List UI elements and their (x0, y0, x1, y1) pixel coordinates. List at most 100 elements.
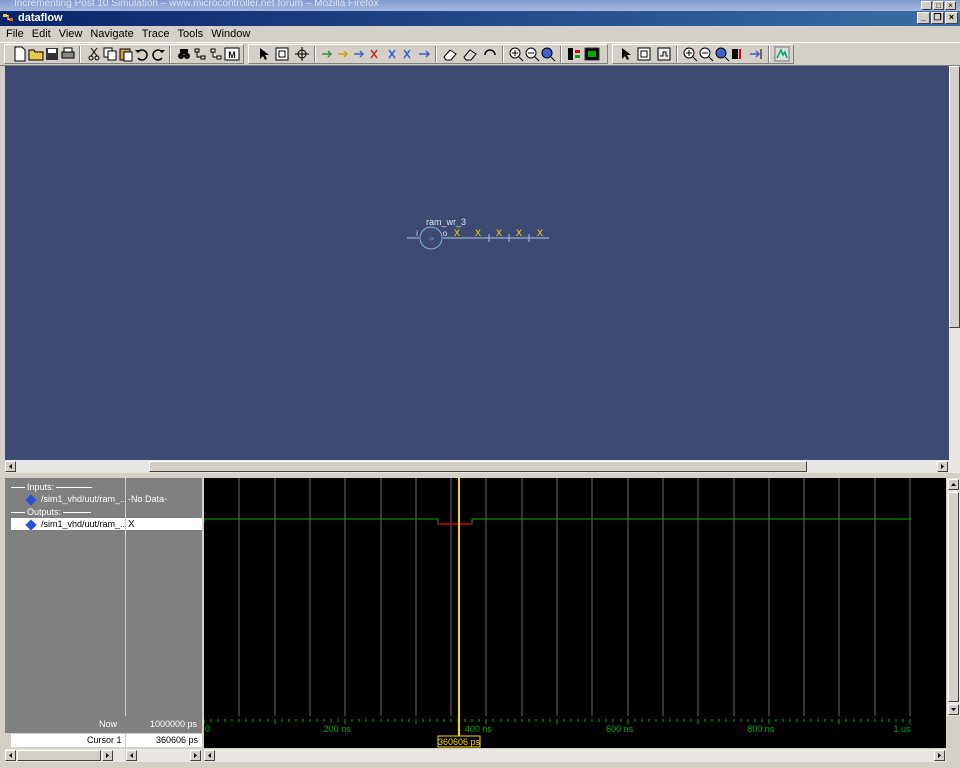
outputs-group[interactable]: Outputs: (9, 507, 93, 517)
signal-row-output[interactable]: /sim1_vhd/uut/ram_... (25, 518, 128, 531)
menu-file[interactable]: File (6, 28, 24, 40)
copy-icon[interactable] (102, 46, 118, 62)
waveform-display (204, 478, 911, 716)
dataflow-vertical-scrollbar[interactable] (949, 66, 960, 460)
trace-input-icon[interactable] (320, 46, 336, 62)
names-scroll-thumb[interactable] (17, 750, 101, 761)
names-scroll-right-button[interactable] (102, 750, 113, 761)
find-icon[interactable] (176, 46, 192, 62)
wave-zoom-out-icon[interactable] (698, 46, 714, 62)
signal-row-input[interactable]: /sim1_vhd/uut/ram_... (25, 493, 128, 506)
ruler-tick-label: 0 (205, 724, 210, 734)
save-icon[interactable] (44, 46, 60, 62)
menu-edit[interactable]: Edit (32, 28, 51, 40)
dataflow-vertical-scroll-thumb[interactable] (949, 66, 960, 328)
waveform-pane[interactable] (204, 478, 946, 716)
trace-next-icon[interactable] (336, 46, 352, 62)
select-pointer-icon[interactable] (256, 46, 272, 62)
scroll-right-button[interactable] (937, 461, 948, 472)
trace-x-forward-icon[interactable] (400, 46, 416, 62)
print-icon[interactable] (60, 46, 76, 62)
show-hierarchy-icon[interactable] (208, 46, 224, 62)
trace-clear-icon[interactable] (416, 46, 432, 62)
trace-event-icon[interactable] (352, 46, 368, 62)
zoom-in-icon[interactable] (508, 46, 524, 62)
undo-icon[interactable] (134, 46, 150, 62)
cursor-label: Cursor 1 (87, 735, 122, 745)
toolbar-separator (435, 46, 437, 63)
svg-text:M: M (228, 50, 236, 60)
erase-all-icon[interactable] (462, 46, 478, 62)
wave-select-pointer-icon[interactable] (618, 46, 634, 62)
erase-icon[interactable] (442, 46, 458, 62)
scroll-left-button[interactable] (5, 461, 16, 472)
outputs-group-label: Outputs: (27, 507, 62, 517)
step-icon[interactable] (566, 46, 582, 62)
browser-close-button[interactable]: × (945, 1, 956, 10)
regenerate-icon[interactable] (482, 46, 498, 62)
menu-view[interactable]: View (59, 28, 83, 40)
toolbar-separator (768, 46, 770, 63)
trace-x-back-icon[interactable] (384, 46, 400, 62)
now-row: Now 1000000 ps (5, 716, 202, 733)
arrow-left-icon (208, 753, 211, 758)
values-scroll-left-button[interactable] (126, 750, 137, 761)
wave-scroll-down-button[interactable] (948, 704, 959, 715)
arrow-up-icon (951, 483, 956, 486)
menu-tools[interactable]: Tools (178, 28, 204, 40)
menu-window[interactable]: Window (211, 28, 250, 40)
zoom-box-icon[interactable] (274, 46, 290, 62)
wave-edit-icon[interactable] (656, 46, 672, 62)
time-ruler[interactable]: 0 200 ns 400 ns 600 ns 800 ns 1 us 360606 ps (204, 716, 946, 748)
cut-icon[interactable] (86, 46, 102, 62)
window-title: dataflow (18, 12, 63, 24)
wave-zoom-full-icon[interactable] (714, 46, 730, 62)
wave-find-edge-icon[interactable] (748, 46, 764, 62)
names-horizontal-scrollbar[interactable] (5, 749, 125, 762)
arrow-down-icon (951, 708, 956, 711)
dataflow-canvas[interactable]: ram_wr_3 i -> o X X X X X (5, 66, 949, 460)
wave-horizontal-scrollbar[interactable] (204, 749, 946, 762)
cursor-value-cell[interactable]: 360606 ps (126, 734, 202, 747)
hierarchy-icon[interactable] (192, 46, 208, 62)
wave-scroll-left-button[interactable] (204, 750, 215, 761)
minimize-button[interactable]: _ (917, 12, 930, 24)
zoom-full-icon[interactable] (540, 46, 556, 62)
paste-icon[interactable] (118, 46, 134, 62)
dataflow-horizontal-scrollbar[interactable] (5, 460, 960, 473)
browser-maximize-button[interactable]: □ (933, 1, 944, 10)
monitor-icon[interactable] (584, 46, 600, 62)
dataflow-horizontal-scroll-thumb[interactable] (149, 461, 807, 472)
redo-icon[interactable] (150, 46, 166, 62)
wave-scroll-right-button[interactable] (934, 750, 945, 761)
cursor-name-cell[interactable]: Cursor 1 (11, 734, 125, 747)
restore-button[interactable]: ❐ (931, 12, 944, 24)
menu-navigate[interactable]: Navigate (90, 28, 133, 40)
wave-vertical-scroll-thumb[interactable] (948, 492, 959, 702)
values-horizontal-scrollbar[interactable] (126, 749, 202, 762)
wave-zoom-box-icon[interactable] (636, 46, 652, 62)
values-scroll-right-button[interactable] (190, 750, 201, 761)
new-file-icon[interactable] (12, 46, 28, 62)
wave-zoom-in-icon[interactable] (682, 46, 698, 62)
cursor-row[interactable]: Cursor 1 360606 ps (5, 733, 202, 748)
process-arrow-icon: -> (428, 236, 434, 243)
trace-x-icon[interactable] (368, 46, 384, 62)
time-ruler-display: 0 200 ns 400 ns 600 ns 800 ns 1 us 360606 ps (204, 716, 911, 748)
menu-trace[interactable]: Trace (142, 28, 170, 40)
inputs-group[interactable]: Inputs: (9, 482, 94, 492)
signal-values-pane: -No Data- X (126, 478, 202, 716)
browser-minimize-button[interactable]: _ (921, 1, 932, 10)
open-folder-icon[interactable] (28, 46, 44, 62)
names-scroll-left-button[interactable] (5, 750, 16, 761)
wave-vertical-scrollbar[interactable] (947, 478, 960, 716)
memory-icon[interactable]: M (224, 46, 240, 62)
wave-scroll-up-button[interactable] (948, 479, 959, 490)
close-button[interactable]: × (945, 12, 958, 24)
pan-icon[interactable] (294, 46, 310, 62)
ruler-tick-label: 1 us (893, 724, 911, 734)
wave-options-icon[interactable] (774, 46, 790, 62)
wave-cursor-icon[interactable] (730, 46, 746, 62)
zoom-out-icon[interactable] (524, 46, 540, 62)
browser-title: Incrementing Post 10 Simulation – www.mi… (14, 0, 379, 9)
